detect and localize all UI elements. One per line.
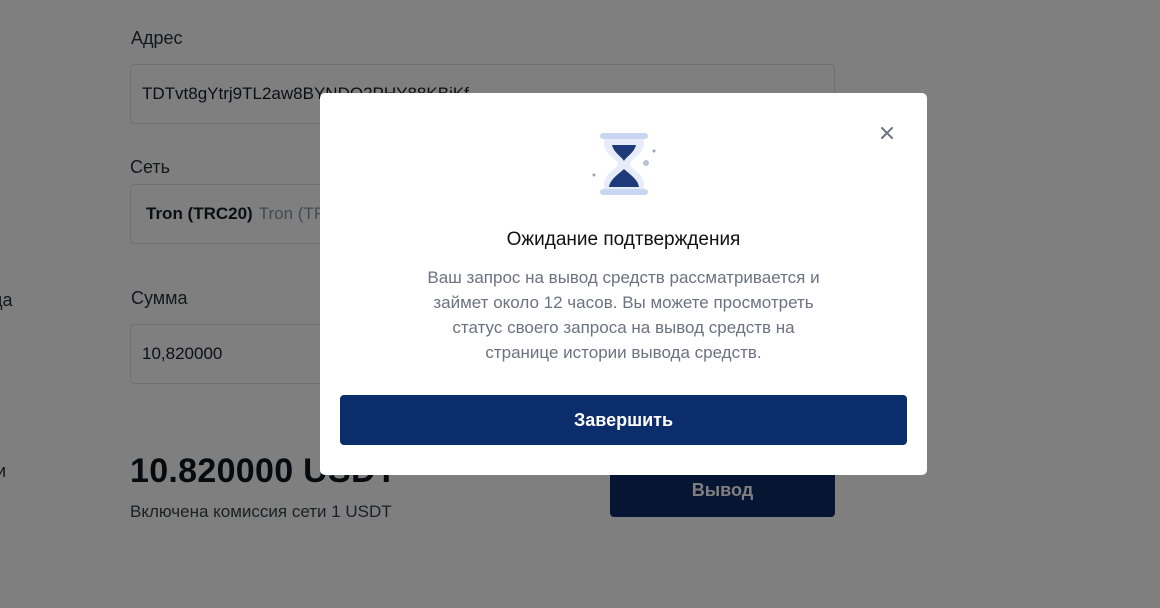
hourglass-icon bbox=[586, 129, 662, 199]
finish-button[interactable]: Завершить bbox=[340, 395, 907, 445]
modal-message-line: странице истории вывода средств. bbox=[485, 343, 762, 362]
modal-message-line: займет около 12 часов. Вы можете просмот… bbox=[433, 293, 814, 312]
modal-message-line: статус своего запроса на вывод средств н… bbox=[452, 318, 795, 337]
modal-title: Ожидание подтверждения bbox=[506, 229, 741, 250]
modal-message: Ваш запрос на вывод средств рассматривае… bbox=[390, 265, 857, 365]
close-icon[interactable] bbox=[876, 122, 898, 144]
confirmation-modal: Ожидание подтверждения Ваш запрос на выв… bbox=[320, 93, 927, 475]
modal-message-line: Ваш запрос на вывод средств рассматривае… bbox=[427, 268, 820, 287]
